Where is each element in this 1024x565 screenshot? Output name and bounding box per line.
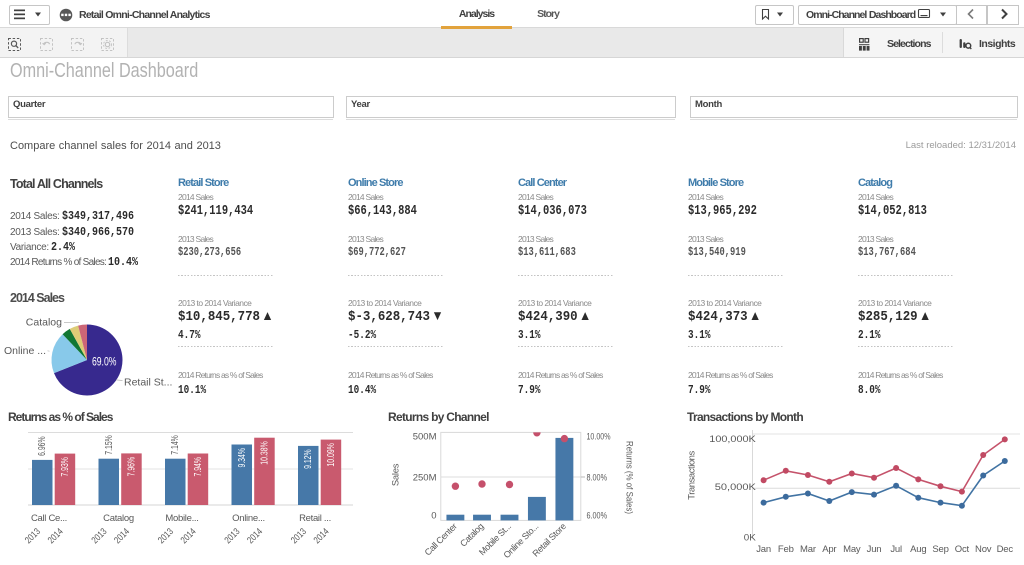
svg-text:8.00%: 8.00% (587, 473, 608, 484)
svg-text:Jul: Jul (890, 544, 902, 555)
svg-text:0: 0 (431, 511, 436, 522)
svg-text:7.14%: 7.14% (170, 435, 181, 455)
svg-text:Aug: Aug (910, 544, 926, 555)
svg-text:500M: 500M (413, 432, 437, 443)
svg-text:Call Ce...: Call Ce... (31, 513, 67, 524)
svg-text:250M: 250M (413, 473, 437, 484)
svg-text:Call Center: Call Center (423, 521, 459, 557)
svg-text:Catalog: Catalog (103, 513, 134, 524)
svg-text:2014: 2014 (312, 526, 332, 546)
svg-text:2013: 2013 (223, 526, 243, 546)
svg-text:Catalog: Catalog (26, 317, 62, 329)
svg-text:Retail St...: Retail St... (124, 377, 172, 389)
svg-text:Dec: Dec (997, 544, 1014, 555)
svg-text:6.00%: 6.00% (587, 511, 608, 522)
svg-text:Nov: Nov (975, 544, 992, 555)
svg-text:7.93%: 7.93% (60, 457, 71, 477)
svg-text:10.09%: 10.09% (326, 443, 337, 467)
svg-text:Feb: Feb (778, 544, 794, 555)
svg-text:2013: 2013 (156, 526, 176, 546)
svg-text:2014: 2014 (179, 526, 199, 546)
svg-text:2013: 2013 (289, 526, 309, 546)
svg-text:10.38%: 10.38% (259, 441, 270, 465)
svg-text:2014: 2014 (112, 526, 132, 546)
svg-text:10.00%: 10.00% (587, 432, 611, 443)
svg-text:2014: 2014 (46, 526, 66, 546)
svg-text:Mar: Mar (800, 544, 816, 555)
svg-text:2014: 2014 (245, 526, 265, 546)
svg-text:69.0%: 69.0% (92, 357, 117, 369)
svg-text:6.96%: 6.96% (37, 436, 48, 456)
svg-text:Oct: Oct (955, 544, 970, 555)
svg-text:9.12%: 9.12% (303, 449, 314, 469)
svg-text:Online ...: Online ... (4, 345, 46, 357)
svg-text:0K: 0K (744, 533, 757, 544)
svg-text:Online...: Online... (232, 513, 265, 524)
svg-text:Jun: Jun (867, 544, 882, 555)
svg-text:Sales: Sales (391, 463, 402, 486)
svg-text:Returns (% of Sales): Returns (% of Sales) (624, 441, 635, 514)
svg-text:May: May (843, 544, 861, 555)
svg-text:9.34%: 9.34% (237, 448, 248, 468)
svg-text:Apr: Apr (822, 544, 836, 555)
svg-text:2013: 2013 (23, 526, 43, 546)
svg-text:Transactions: Transactions (687, 450, 698, 499)
svg-text:Jan: Jan (756, 544, 771, 555)
svg-text:100,000K: 100,000K (709, 434, 756, 445)
svg-text:50,000K: 50,000K (715, 482, 757, 493)
svg-text:7.15%: 7.15% (104, 435, 115, 455)
svg-text:7.94%: 7.94% (193, 457, 204, 477)
svg-text:Retail ...: Retail ... (299, 513, 331, 524)
svg-text:Sep: Sep (932, 544, 948, 555)
svg-text:7.96%: 7.96% (126, 457, 137, 477)
svg-text:2013: 2013 (90, 526, 110, 546)
svg-text:Mobile...: Mobile... (165, 513, 198, 524)
